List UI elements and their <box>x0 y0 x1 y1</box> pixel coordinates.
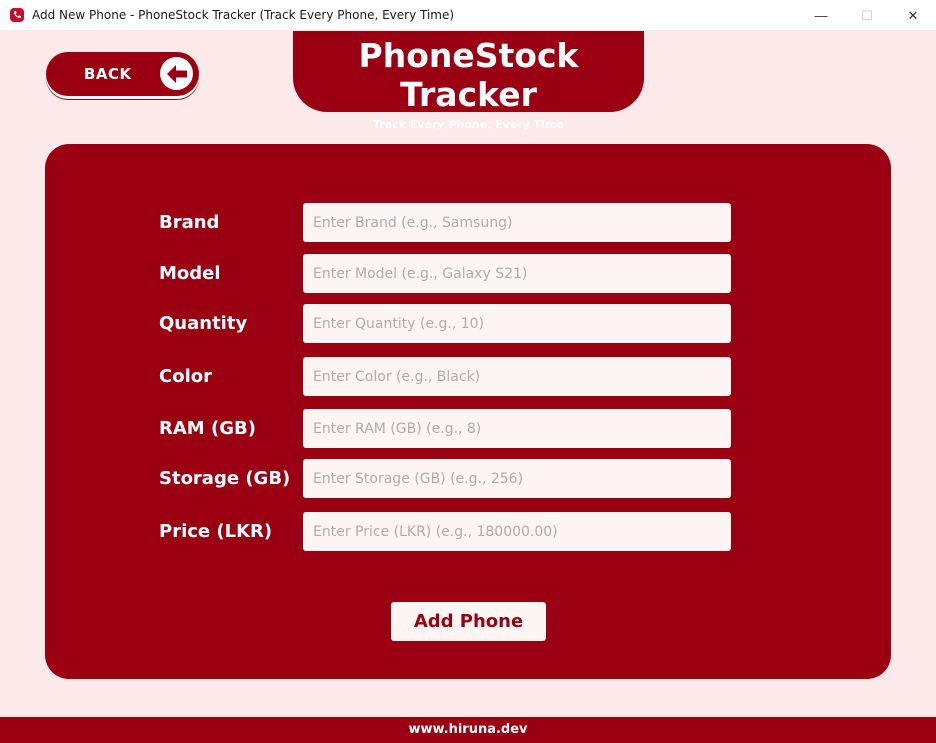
color-input[interactable] <box>303 357 731 396</box>
ram-input[interactable] <box>303 409 731 448</box>
maximize-button[interactable]: ☐ <box>844 0 890 31</box>
footer: www.hiruna.dev <box>0 717 936 743</box>
arrow-left-icon <box>160 57 193 90</box>
phone-app-icon <box>10 8 24 22</box>
color-label: Color <box>159 366 212 387</box>
window-titlebar: Add New Phone - PhoneStock Tracker (Trac… <box>0 0 936 31</box>
add-phone-button[interactable]: Add Phone <box>391 602 546 641</box>
close-button[interactable]: ✕ <box>890 0 936 31</box>
form-row-price: Price (LKR) <box>159 512 759 552</box>
header-banner: PhoneStock Tracker Track Every Phone, Ev… <box>293 31 644 131</box>
minimize-button[interactable]: — <box>798 0 844 31</box>
form-row-model: Model <box>159 254 759 294</box>
add-phone-form: Brand Model Quantity Color RAM (GB) Stor… <box>45 144 891 679</box>
form-row-quantity: Quantity <box>159 304 759 344</box>
brand-input[interactable] <box>303 203 731 242</box>
storage-label: Storage (GB) <box>159 468 291 489</box>
quantity-label: Quantity <box>159 313 248 334</box>
price-input[interactable] <box>303 512 731 551</box>
model-label: Model <box>159 263 221 284</box>
price-label: Price (LKR) <box>159 521 273 542</box>
ram-label: RAM (GB) <box>159 418 256 439</box>
window-title: Add New Phone - PhoneStock Tracker (Trac… <box>32 8 455 22</box>
back-button[interactable]: BACK <box>46 52 199 96</box>
form-row-ram: RAM (GB) <box>159 409 759 449</box>
storage-input[interactable] <box>303 459 731 498</box>
window-controls: — ☐ ✕ <box>798 0 936 31</box>
model-input[interactable] <box>303 254 731 293</box>
back-button-label: BACK <box>84 65 132 83</box>
form-row-color: Color <box>159 357 759 397</box>
footer-site-link[interactable]: www.hiruna.dev <box>408 722 527 737</box>
app-tagline: Track Every Phone, Every Time <box>373 118 564 131</box>
app-name: PhoneStock Tracker <box>358 36 579 114</box>
brand-label: Brand <box>159 212 220 233</box>
form-row-storage: Storage (GB) <box>159 459 759 499</box>
quantity-input[interactable] <box>303 304 731 343</box>
form-row-brand: Brand <box>159 203 759 243</box>
